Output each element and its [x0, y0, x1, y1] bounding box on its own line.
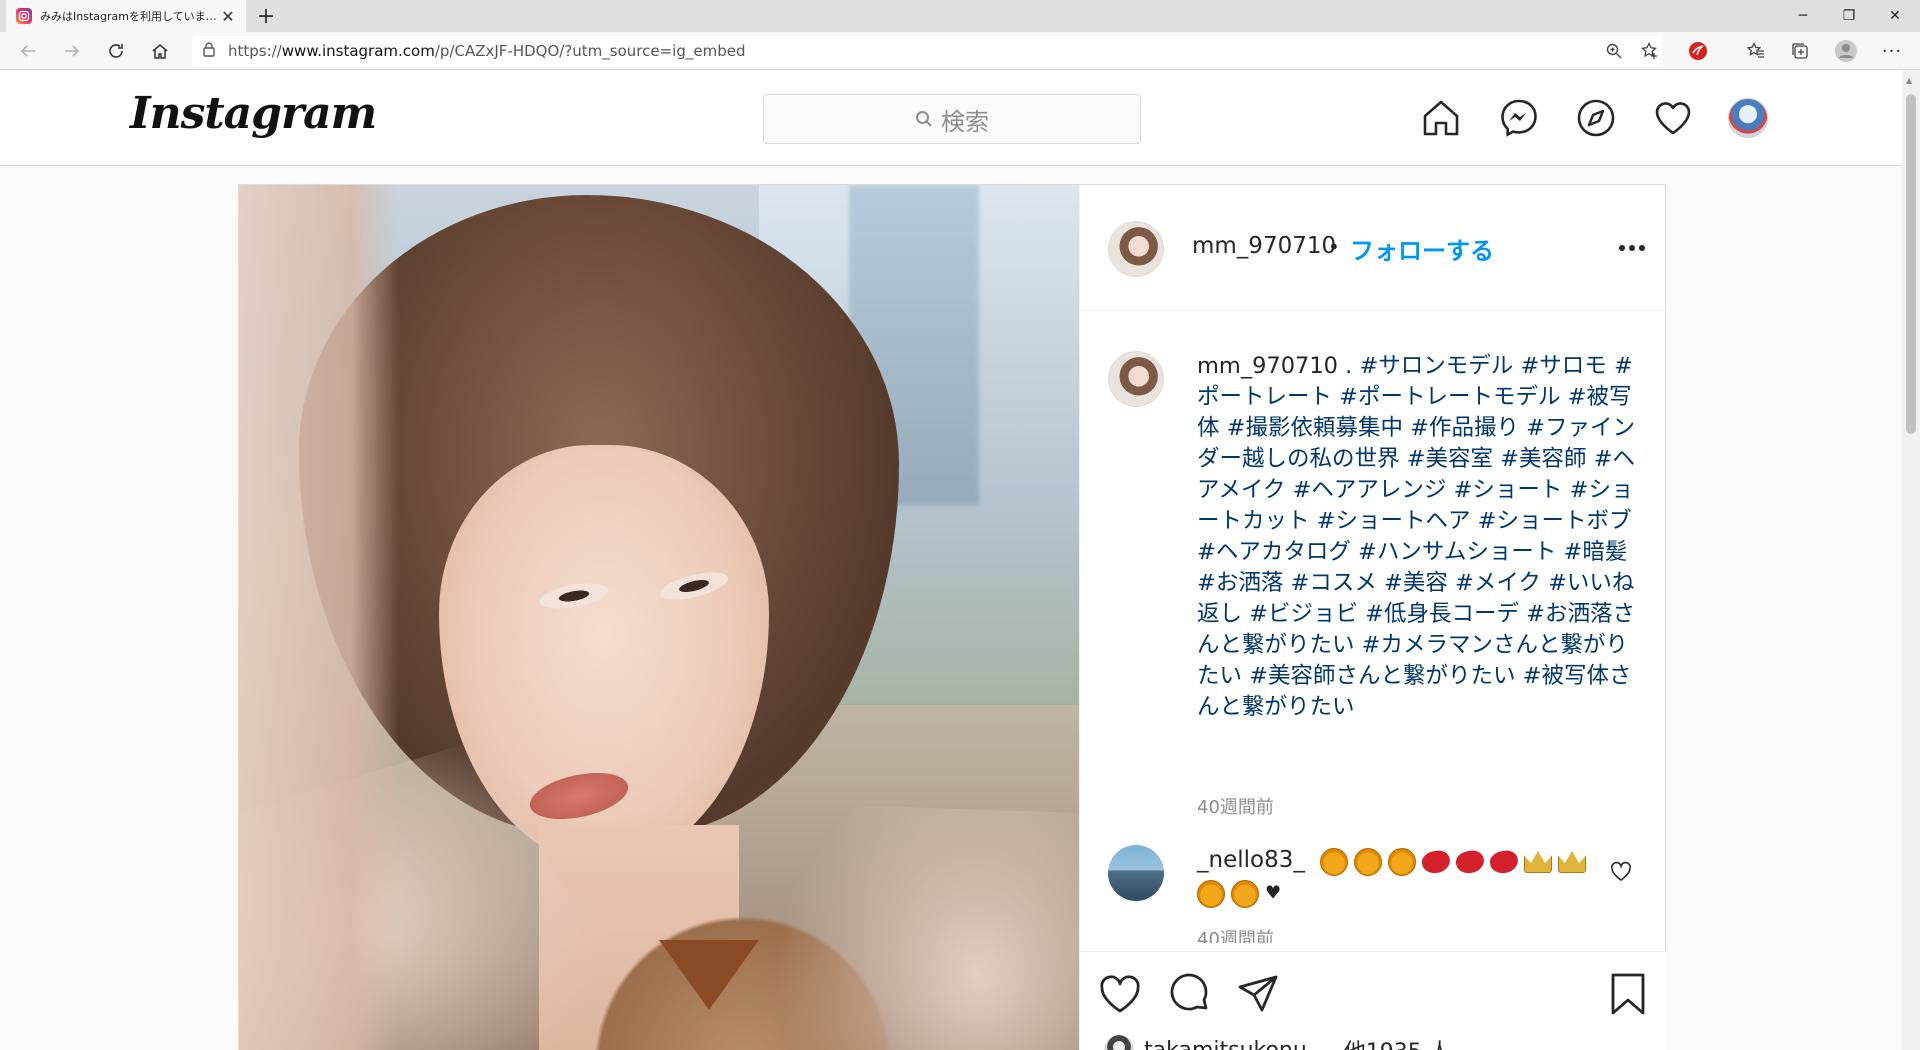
- profile-avatar-icon[interactable]: [1830, 35, 1862, 67]
- star-struck-emoji-icon: [1354, 848, 1382, 876]
- post-sidebar: mm_970710 • フォローする mm_970710 . #サロンモデル #…: [1079, 185, 1666, 1050]
- back-arrow-icon: [20, 45, 35, 57]
- lock-icon: [202, 41, 216, 61]
- restore-button[interactable]: ❐: [1826, 0, 1872, 32]
- close-window-button[interactable]: ✕: [1872, 0, 1918, 32]
- comment-body: [1320, 848, 1620, 876]
- comment-like-icon[interactable]: [1610, 861, 1632, 887]
- photo-pendant: [659, 940, 759, 1010]
- url-host: www.instagram.com: [281, 42, 435, 60]
- new-tab-button[interactable]: +: [252, 4, 280, 29]
- save-bookmark-icon[interactable]: [1606, 972, 1650, 1016]
- post-caption: mm_970710 . #サロンモデル #サロモ #ポートレート #ポートレート…: [1197, 351, 1637, 723]
- comment-timestamp[interactable]: 40週間前: [1197, 925, 1274, 943]
- more-options-icon[interactable]: [1612, 233, 1652, 263]
- caption-author-avatar[interactable]: [1108, 351, 1164, 407]
- activity-heart-icon[interactable]: [1651, 96, 1695, 140]
- heart-emoji-icon: [1488, 848, 1520, 876]
- refresh-icon: [109, 44, 123, 58]
- address-bar[interactable]: https://www.instagram.com/p/CAZxJF-HDQO/…: [192, 36, 1662, 66]
- add-favorite-icon[interactable]: [1634, 35, 1666, 67]
- caption-hashtags[interactable]: . #サロンモデル #サロモ #ポートレート #ポートレートモデル #被写体 #…: [1197, 353, 1635, 720]
- profile-avatar[interactable]: [1728, 98, 1768, 138]
- messenger-icon[interactable]: [1497, 96, 1541, 140]
- comment-body-line2: ♥: [1197, 880, 1397, 908]
- liker-avatar[interactable]: [1104, 1035, 1134, 1050]
- photo-arm: [239, 185, 399, 1050]
- minimize-button[interactable]: ─: [1780, 0, 1826, 32]
- instagram-logo[interactable]: Instagram: [130, 88, 377, 139]
- url-scheme: https://: [228, 42, 282, 60]
- tab-close-icon[interactable]: ✕: [220, 7, 236, 26]
- commenter-avatar[interactable]: [1108, 845, 1164, 901]
- home-button[interactable]: [144, 35, 176, 67]
- url-path: /p/CAZxJF-HDQO/?utm_source=ig_embed: [434, 42, 746, 60]
- like-heart-icon[interactable]: [1098, 972, 1142, 1016]
- favorites-icon[interactable]: [1740, 35, 1772, 67]
- search-placeholder: 検索: [941, 107, 989, 136]
- explore-icon[interactable]: [1574, 96, 1618, 140]
- extension-icon[interactable]: [1682, 35, 1714, 67]
- page-scrollbar[interactable]: ▲: [1902, 70, 1920, 1050]
- back-button[interactable]: [12, 35, 44, 67]
- zoom-icon[interactable]: [1598, 35, 1630, 67]
- heart-emoji-icon: [1420, 848, 1452, 876]
- caption-handle[interactable]: mm_970710: [1197, 353, 1338, 379]
- refresh-button[interactable]: [100, 35, 132, 67]
- instagram-favicon-icon: [16, 8, 32, 24]
- browser-tabbar: みみはInstagramを利用しています: ✕ + ─ ❐ ✕: [0, 0, 1920, 32]
- home-icon[interactable]: [1419, 96, 1463, 140]
- post-header: mm_970710 • フォローする: [1080, 185, 1666, 311]
- crown-emoji-icon: [1558, 851, 1586, 873]
- black-heart-emoji-icon: ♥: [1265, 882, 1282, 904]
- instagram-header: Instagram 検索: [0, 70, 1902, 166]
- browser-tab[interactable]: みみはInstagramを利用しています: ✕: [6, 0, 246, 32]
- star-struck-emoji-icon: [1320, 848, 1348, 876]
- search-input[interactable]: 検索: [763, 94, 1141, 144]
- heart-emoji-icon: [1454, 848, 1486, 876]
- comment-handle[interactable]: _nello83_: [1197, 847, 1305, 873]
- post-photo[interactable]: [239, 185, 1079, 1050]
- post-card: mm_970710 • フォローする mm_970710 . #サロンモデル #…: [238, 184, 1666, 1050]
- star-struck-emoji-icon: [1388, 848, 1416, 876]
- scrollbar-thumb[interactable]: [1906, 94, 1916, 434]
- author-avatar[interactable]: [1108, 221, 1164, 277]
- share-send-icon[interactable]: [1236, 972, 1280, 1016]
- liker-handle[interactable]: takamitsukonu...: [1144, 1038, 1328, 1050]
- author-handle[interactable]: mm_970710: [1192, 233, 1336, 259]
- caption-timestamp[interactable]: 40週間前: [1197, 793, 1274, 819]
- comment-bubble-icon[interactable]: [1168, 972, 1212, 1016]
- likes-count[interactable]: 他1935 人: [1344, 1034, 1451, 1050]
- scroll-up-icon[interactable]: ▲: [1906, 76, 1912, 85]
- browser-home-icon: [152, 44, 168, 59]
- follow-separator: •: [1328, 235, 1340, 259]
- star-struck-emoji-icon: [1231, 880, 1259, 908]
- collections-icon[interactable]: [1784, 35, 1816, 67]
- settings-more-icon[interactable]: ···: [1876, 35, 1908, 67]
- likes-summary: takamitsukonu... 他1935 人: [1104, 1034, 1451, 1050]
- star-struck-emoji-icon: [1197, 880, 1225, 908]
- follow-button[interactable]: フォローする: [1350, 231, 1494, 266]
- search-icon: [915, 110, 933, 128]
- browser-toolbar: https://www.instagram.com/p/CAZxJF-HDQO/…: [0, 32, 1920, 70]
- crown-emoji-icon: [1524, 851, 1552, 873]
- tab-title: みみはInstagramを利用しています:: [40, 10, 220, 23]
- forward-arrow-icon: [65, 45, 80, 57]
- post-actions: takamitsukonu... 他1935 人: [1080, 951, 1666, 1050]
- forward-button[interactable]: [56, 35, 88, 67]
